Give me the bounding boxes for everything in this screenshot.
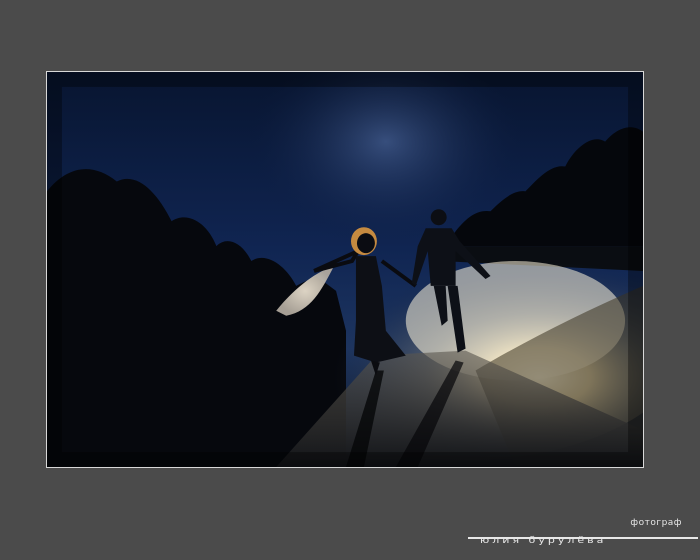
photographer-role-label: фотограф xyxy=(630,518,682,528)
photograph xyxy=(47,72,643,467)
photo-frame xyxy=(46,71,644,468)
photographer-name: юлия бурулёва xyxy=(480,535,607,546)
page: фотограф юлия бурулёва xyxy=(0,0,700,560)
